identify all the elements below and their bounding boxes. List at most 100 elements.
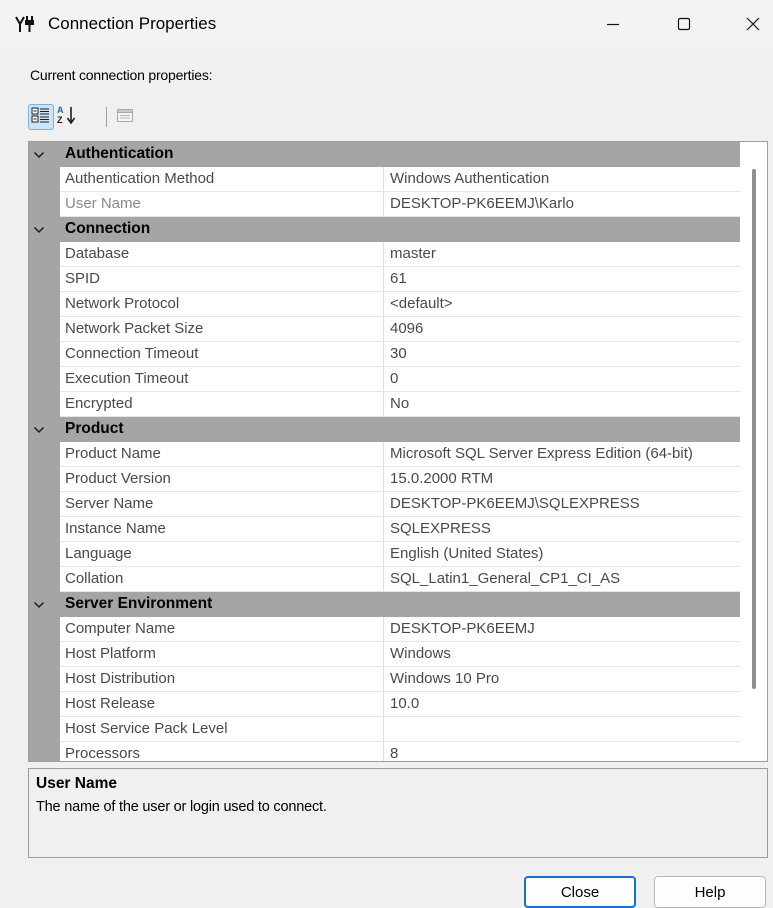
- chevron-down-icon[interactable]: [32, 148, 46, 162]
- property-name[interactable]: Instance Name: [60, 517, 384, 541]
- sort-alphabetical-button[interactable]: A Z: [54, 104, 80, 130]
- row-gutter: [29, 191, 60, 217]
- row-gutter: [29, 266, 60, 292]
- sort-alpha-icon: A Z: [56, 104, 78, 131]
- property-name[interactable]: Host Service Pack Level: [60, 717, 384, 741]
- property-row[interactable]: Processors 8: [29, 741, 740, 761]
- row-gutter: [29, 566, 60, 592]
- close-window-button[interactable]: [730, 6, 773, 42]
- property-row[interactable]: Host Service Pack Level: [29, 716, 740, 742]
- chevron-down-icon[interactable]: [32, 223, 46, 237]
- category-label: Product: [65, 420, 124, 437]
- window-title: Connection Properties: [48, 14, 217, 33]
- property-name[interactable]: Processors: [60, 742, 384, 761]
- property-value[interactable]: No: [384, 392, 740, 416]
- categorized-button[interactable]: [28, 104, 54, 130]
- row-gutter: [29, 466, 60, 492]
- property-name[interactable]: Host Platform: [60, 642, 384, 666]
- row-gutter: [29, 441, 60, 467]
- property-name[interactable]: Collation: [60, 567, 384, 591]
- property-value[interactable]: master: [384, 242, 740, 266]
- property-row[interactable]: SPID 61: [29, 266, 740, 292]
- property-rows: Authentication Authentication Method Windo…: [29, 142, 740, 761]
- property-pages-button[interactable]: [112, 104, 138, 130]
- property-row[interactable]: Language English (United States): [29, 541, 740, 567]
- property-value[interactable]: 8: [384, 742, 740, 761]
- property-row[interactable]: User Name DESKTOP-PK6EEMJ\Karlo: [29, 191, 740, 217]
- property-row[interactable]: Network Packet Size 4096: [29, 316, 740, 342]
- property-value[interactable]: 10.0: [384, 692, 740, 716]
- property-name[interactable]: Product Name: [60, 442, 384, 466]
- property-row[interactable]: Encrypted No: [29, 391, 740, 417]
- description-title: User Name: [36, 775, 117, 792]
- property-value[interactable]: Windows 10 Pro: [384, 667, 740, 691]
- maximize-button[interactable]: [661, 6, 707, 42]
- property-value[interactable]: Microsoft SQL Server Express Edition (64…: [384, 442, 740, 466]
- property-value[interactable]: 15.0.2000 RTM: [384, 467, 740, 491]
- category-row-authentication[interactable]: Authentication: [29, 142, 740, 167]
- property-name[interactable]: Execution Timeout: [60, 367, 384, 391]
- property-name[interactable]: Host Distribution: [60, 667, 384, 691]
- minimize-button[interactable]: [590, 6, 636, 42]
- row-gutter: [29, 541, 60, 567]
- category-row-server-environment[interactable]: Server Environment: [29, 592, 740, 617]
- property-row[interactable]: Server Name DESKTOP-PK6EEMJ\SQLEXPRESS: [29, 491, 740, 517]
- property-value[interactable]: DESKTOP-PK6EEMJ: [384, 617, 740, 641]
- help-button[interactable]: Help: [654, 876, 766, 908]
- property-value[interactable]: Windows: [384, 642, 740, 666]
- row-gutter: [29, 716, 60, 742]
- property-name[interactable]: Server Name: [60, 492, 384, 516]
- property-name[interactable]: Language: [60, 542, 384, 566]
- property-name[interactable]: Computer Name: [60, 617, 384, 641]
- property-name[interactable]: Connection Timeout: [60, 342, 384, 366]
- property-value[interactable]: 30: [384, 342, 740, 366]
- property-row[interactable]: Computer Name DESKTOP-PK6EEMJ: [29, 616, 740, 642]
- property-value[interactable]: English (United States): [384, 542, 740, 566]
- property-value[interactable]: DESKTOP-PK6EEMJ\Karlo: [384, 192, 740, 216]
- property-grid[interactable]: Authentication Authentication Method Windo…: [28, 141, 768, 762]
- property-name[interactable]: Host Release: [60, 692, 384, 716]
- property-value[interactable]: SQLEXPRESS: [384, 517, 740, 541]
- property-row[interactable]: Connection Timeout 30: [29, 341, 740, 367]
- property-row[interactable]: Instance Name SQLEXPRESS: [29, 516, 740, 542]
- property-name[interactable]: Database: [60, 242, 384, 266]
- property-name[interactable]: Product Version: [60, 467, 384, 491]
- property-name[interactable]: SPID: [60, 267, 384, 291]
- property-row[interactable]: Database master: [29, 241, 740, 267]
- property-name[interactable]: Authentication Method: [60, 167, 384, 191]
- property-row[interactable]: Network Protocol <default>: [29, 291, 740, 317]
- property-value[interactable]: DESKTOP-PK6EEMJ\SQLEXPRESS: [384, 492, 740, 516]
- close-button[interactable]: Close: [524, 876, 636, 908]
- svg-text:A: A: [57, 105, 64, 115]
- property-name[interactable]: Network Packet Size: [60, 317, 384, 341]
- row-gutter: [29, 516, 60, 542]
- property-value[interactable]: [384, 717, 740, 741]
- category-row-product[interactable]: Product: [29, 417, 740, 442]
- property-row[interactable]: Host Platform Windows: [29, 641, 740, 667]
- chevron-down-icon[interactable]: [32, 598, 46, 612]
- property-value[interactable]: 4096: [384, 317, 740, 341]
- row-gutter: [29, 166, 60, 192]
- property-value[interactable]: Windows Authentication: [384, 167, 740, 191]
- property-name[interactable]: Encrypted: [60, 392, 384, 416]
- property-row[interactable]: Host Distribution Windows 10 Pro: [29, 666, 740, 692]
- vertical-scrollbar[interactable]: [740, 142, 767, 761]
- property-name[interactable]: Network Protocol: [60, 292, 384, 316]
- property-row[interactable]: Authentication Method Windows Authenticat…: [29, 166, 740, 192]
- chevron-down-icon[interactable]: [32, 423, 46, 437]
- scrollbar-thumb[interactable]: [752, 169, 756, 689]
- property-value[interactable]: SQL_Latin1_General_CP1_CI_AS: [384, 567, 740, 591]
- property-value[interactable]: 61: [384, 267, 740, 291]
- property-value[interactable]: <default>: [384, 292, 740, 316]
- row-gutter: [29, 491, 60, 517]
- property-name[interactable]: User Name: [60, 192, 384, 216]
- row-gutter: [29, 341, 60, 367]
- property-value[interactable]: 0: [384, 367, 740, 391]
- property-row[interactable]: Collation SQL_Latin1_General_CP1_CI_AS: [29, 566, 740, 592]
- property-row[interactable]: Product Name Microsoft SQL Server Express…: [29, 441, 740, 467]
- category-row-connection[interactable]: Connection: [29, 217, 740, 242]
- property-row[interactable]: Product Version 15.0.2000 RTM: [29, 466, 740, 492]
- property-row[interactable]: Host Release 10.0: [29, 691, 740, 717]
- property-pages-icon: [116, 107, 134, 128]
- property-row[interactable]: Execution Timeout 0: [29, 366, 740, 392]
